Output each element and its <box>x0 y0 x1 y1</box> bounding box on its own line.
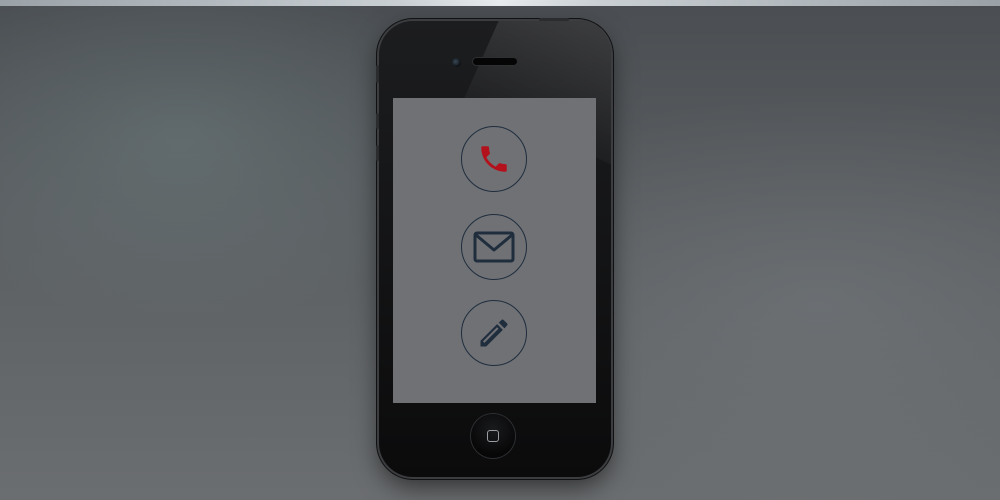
mute-switch <box>376 65 379 83</box>
earpiece-speaker <box>473 58 517 65</box>
edit-button[interactable] <box>461 300 527 366</box>
mail-button[interactable] <box>461 214 527 280</box>
envelope-icon <box>473 231 515 263</box>
power-button <box>539 18 569 21</box>
front-camera <box>452 58 461 67</box>
phone-device <box>376 18 611 477</box>
volume-up-button <box>376 113 379 129</box>
home-square-icon <box>487 430 499 442</box>
home-button[interactable] <box>471 414 515 458</box>
top-highlight-strip <box>0 0 1000 6</box>
phone-screen <box>393 98 596 403</box>
volume-down-button <box>376 145 379 161</box>
pencil-icon <box>480 319 508 347</box>
call-button[interactable] <box>461 126 527 192</box>
phone-icon <box>481 146 507 172</box>
